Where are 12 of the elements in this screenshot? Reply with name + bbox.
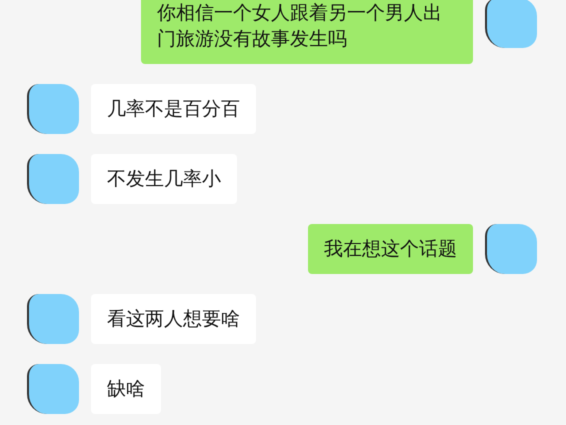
avatar-placeholder [27,84,79,134]
avatar-placeholder [485,224,537,274]
message-bubble: 我在想这个话题 [308,224,473,274]
message-bubble: 看这两人想要啥 [91,294,256,344]
message-bubble: 不发生几率小 [91,154,237,204]
message-bubble: 几率不是百分百 [91,84,256,134]
avatar-placeholder [27,294,79,344]
avatar-placeholder [27,364,79,414]
avatar-placeholder [485,0,537,48]
message-bubble: 你相信一个女人跟着另一个男人出门旅游没有故事发生吗 [141,0,473,64]
avatar-placeholder [27,154,79,204]
message-bubble: 缺啥 [91,364,161,414]
